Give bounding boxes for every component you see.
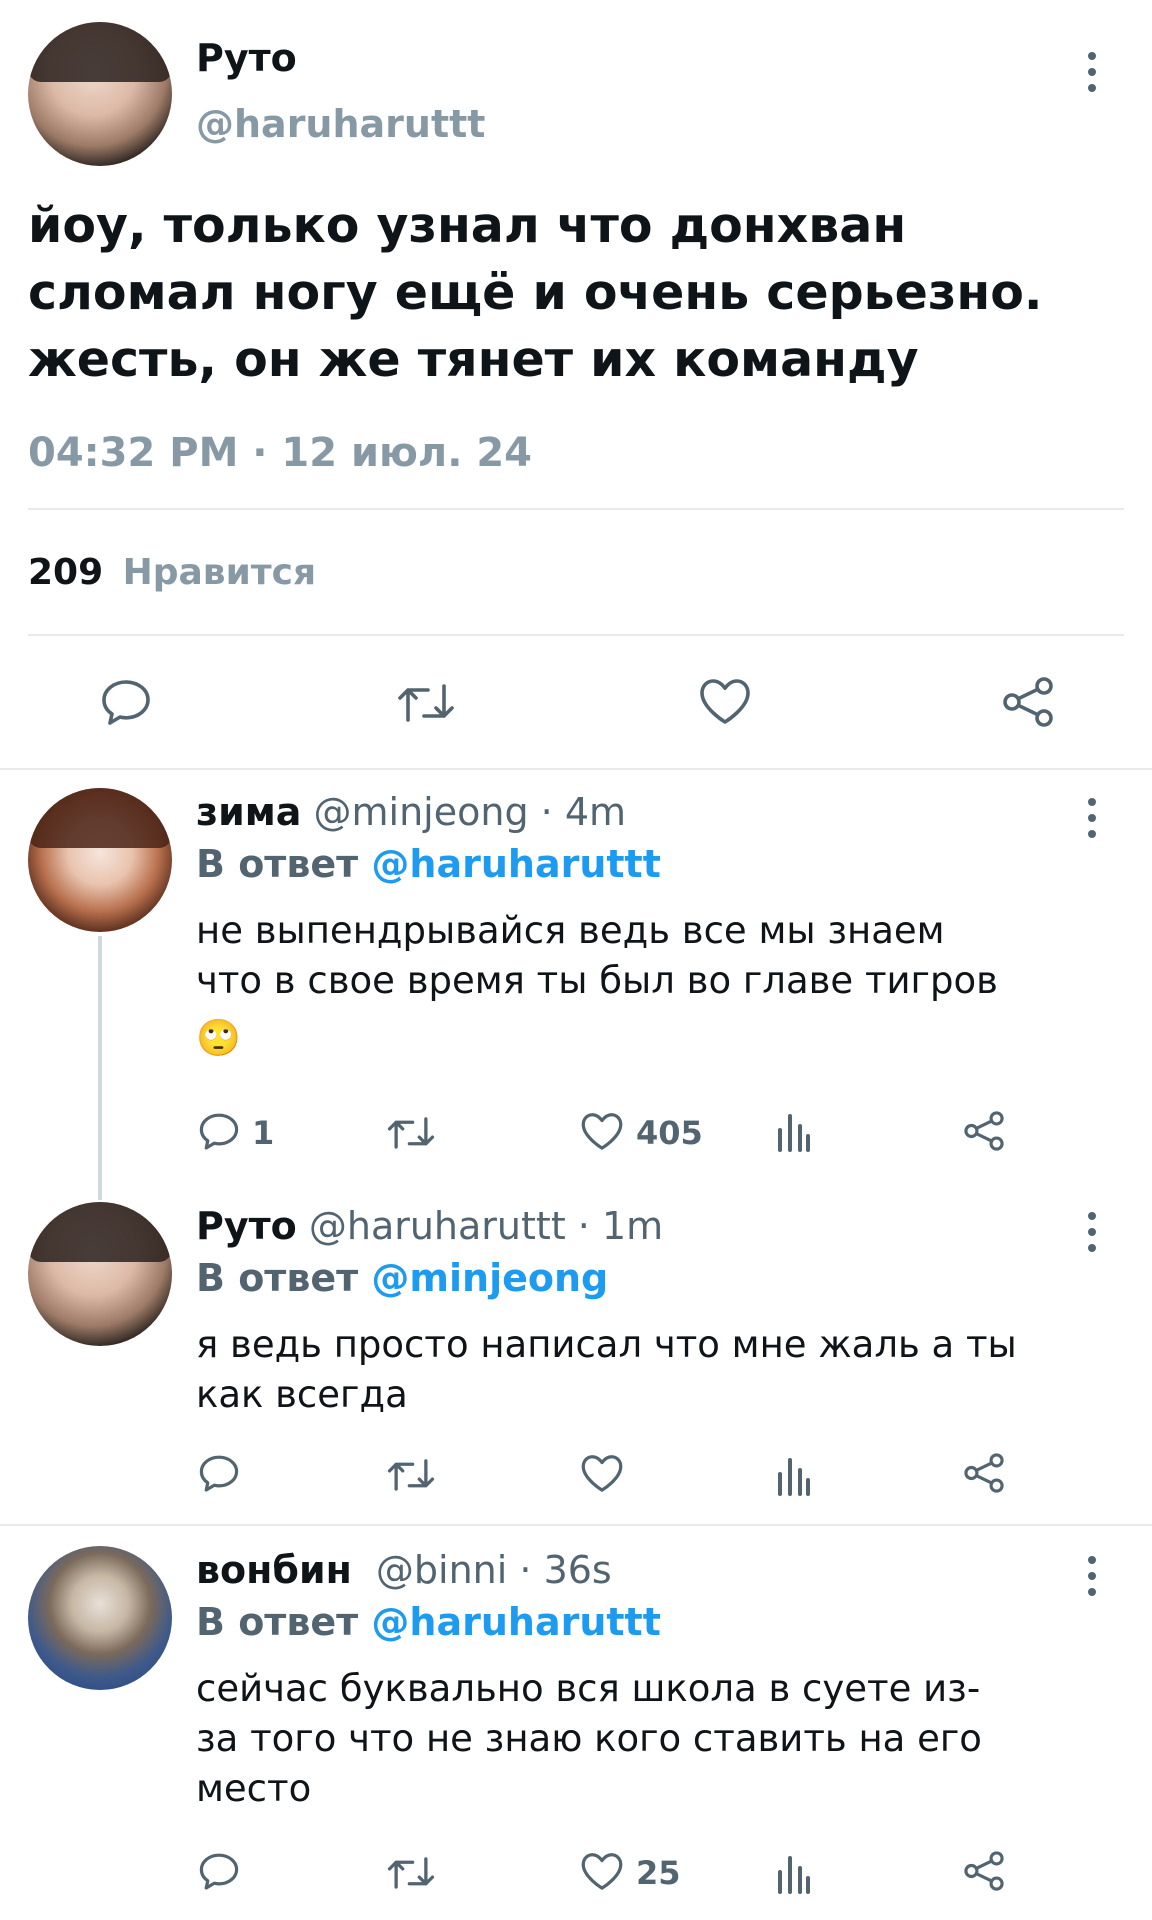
reply-text-line: что в свое время ты был во главе тигров (196, 959, 998, 1002)
more-icon[interactable] (1084, 52, 1100, 96)
reply-to-label: В ответ (196, 1256, 372, 1300)
author-handle[interactable]: @haruharuttt (196, 102, 485, 146)
retweet-icon[interactable] (386, 1114, 436, 1152)
mention-link[interactable]: @haruharuttt (371, 842, 660, 886)
reply-count: 1 (252, 1114, 275, 1152)
avatar[interactable] (28, 1546, 172, 1690)
divider (0, 1524, 1152, 1526)
reply-header: вонбин @binni · 36s (196, 1548, 612, 1592)
reply-icon[interactable] (198, 1852, 240, 1892)
tweet-time: · 4m (528, 790, 627, 834)
avatar[interactable] (28, 788, 172, 932)
reply-text-line: сейчас буквально вся школа в суете из- (196, 1667, 981, 1710)
share-icon[interactable] (962, 1452, 1006, 1494)
reply-text: не выпендрывайся ведь все мы знаем что в… (196, 906, 998, 1064)
likes-label: Нравится (122, 552, 317, 593)
author-name[interactable]: вонбин (196, 1548, 352, 1592)
author-name[interactable]: Руто (196, 36, 297, 80)
like-icon[interactable] (580, 1452, 624, 1494)
avatar[interactable] (28, 22, 172, 166)
more-icon[interactable] (1084, 1212, 1100, 1256)
divider (0, 768, 1152, 770)
reply-text: сейчас буквально вся школа в суете из- з… (196, 1664, 982, 1814)
divider (28, 634, 1124, 636)
reply-to: В ответ @haruharuttt (196, 1600, 661, 1644)
tweet-text-line: жесть, он же тянет их команду (28, 331, 919, 388)
author-handle[interactable]: @binni (376, 1548, 507, 1592)
like-count: 405 (636, 1114, 703, 1152)
likes-count: 209 (28, 552, 104, 593)
like-count: 25 (636, 1854, 681, 1892)
likes-summary[interactable]: 209 Нравится (28, 552, 316, 593)
reply-text-line: как всегда (196, 1373, 408, 1416)
tweet-text-line: сломал ногу ещё и очень серьезно. (28, 264, 1043, 321)
like-icon[interactable] (580, 1850, 624, 1892)
reply-header: зима @minjeong · 4m (196, 790, 626, 834)
share-icon[interactable] (962, 1850, 1006, 1892)
reply-text-line: не выпендрывайся ведь все мы знаем (196, 909, 945, 952)
share-icon[interactable] (1000, 676, 1056, 728)
mention-link[interactable]: @haruharuttt (371, 1600, 660, 1644)
share-icon[interactable] (962, 1110, 1006, 1152)
retweet-icon[interactable] (386, 1456, 436, 1494)
retweet-icon[interactable] (396, 680, 456, 726)
tweet-time: · 36s (507, 1548, 612, 1592)
mention-link[interactable]: @minjeong (371, 1256, 608, 1300)
author-name[interactable]: Руто (196, 1204, 297, 1248)
reply-icon[interactable] (198, 1454, 240, 1494)
author-handle[interactable]: @minjeong (314, 790, 529, 834)
reply-to-label: В ответ (196, 842, 372, 886)
reply-icon[interactable] (198, 1112, 240, 1152)
tweet-text: йоу, только узнал что донхван сломал ног… (28, 192, 1042, 393)
reply-to: В ответ @haruharuttt (196, 842, 661, 886)
author-handle[interactable]: @haruharuttt (309, 1204, 566, 1248)
more-icon[interactable] (1084, 1556, 1100, 1600)
more-icon[interactable] (1084, 798, 1100, 842)
views-icon[interactable] (776, 1454, 812, 1496)
views-icon[interactable] (776, 1110, 812, 1152)
like-icon[interactable] (580, 1110, 624, 1152)
tweet-time: · 1m (565, 1204, 664, 1248)
reply-text-line: место (196, 1767, 312, 1810)
main-tweet: Руто @haruharuttt йоу, только узнал что … (0, 0, 1152, 770)
tweet-timestamp[interactable]: 04:32 PM · 12 июл. 24 (28, 430, 532, 476)
reply-to-label: В ответ (196, 1600, 372, 1644)
reply-icon[interactable] (100, 678, 152, 728)
reply-to: В ответ @minjeong (196, 1256, 608, 1300)
author-name[interactable]: зима (196, 790, 301, 834)
views-icon[interactable] (776, 1852, 812, 1894)
avatar[interactable] (28, 1202, 172, 1346)
reply-text-line: за того что не знаю кого ставить на его (196, 1717, 982, 1760)
thread-line (98, 936, 102, 1200)
divider (28, 508, 1124, 510)
tweet-text-line: йоу, только узнал что донхван (28, 197, 907, 254)
retweet-icon[interactable] (386, 1854, 436, 1892)
like-icon[interactable] (698, 676, 752, 726)
reply-text: я ведь просто написал что мне жаль а ты … (196, 1320, 1017, 1420)
reply-header: Руто @haruharuttt · 1m (196, 1204, 663, 1248)
emoji: 🙄 (196, 1018, 241, 1059)
reply-text-line: я ведь просто написал что мне жаль а ты (196, 1323, 1017, 1366)
